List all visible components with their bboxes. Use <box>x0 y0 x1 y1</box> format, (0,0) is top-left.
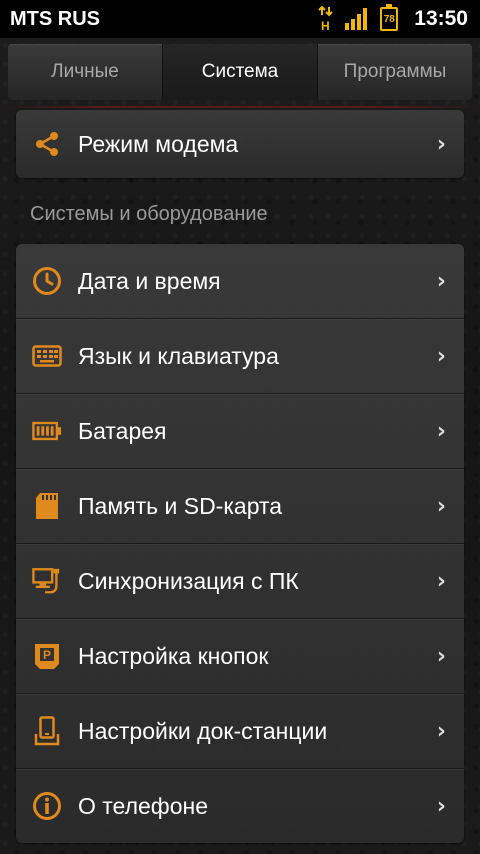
list-item-dock-settings[interactable]: Настройки док-станции › <box>16 694 464 769</box>
carrier-name: MTS RUS <box>10 8 100 30</box>
clock: 13:50 <box>414 7 468 30</box>
sd-card-icon <box>32 491 62 521</box>
section-header: Системы и оборудование <box>30 203 268 225</box>
list-item-label: Режим модема <box>78 130 239 157</box>
list-item-storage-sd[interactable]: Память и SD-карта › <box>16 469 464 544</box>
tab-applications[interactable]: Программы <box>318 44 472 100</box>
battery-level: 78 <box>383 13 395 25</box>
modem-card: Режим модема › <box>16 110 464 178</box>
chevron-right-icon: › <box>436 643 446 669</box>
list-item-label: Настройки док-станции <box>78 717 328 744</box>
battery-icon <box>32 416 62 446</box>
chevron-right-icon: › <box>436 268 446 294</box>
tab-bar: Личные Система Программы <box>8 44 472 100</box>
chevron-right-icon: › <box>436 568 446 594</box>
list-item-modem[interactable]: Режим модема › <box>16 110 464 178</box>
list-item-label: Язык и клавиатура <box>78 342 279 369</box>
pc-sync-icon <box>32 566 62 596</box>
list-item-label: Память и SD-карта <box>78 492 283 519</box>
svg-text:H: H <box>321 19 330 32</box>
clock-icon <box>32 266 62 296</box>
status-bar: MTS RUS H 78 13:50 <box>0 0 480 38</box>
keyboard-icon <box>32 341 62 371</box>
settings-list-card: Дата и время › Язык и клавиатура › Батар… <box>16 244 464 843</box>
list-item-about-phone[interactable]: О телефоне › <box>16 769 464 843</box>
battery-status-icon: 78 <box>380 4 399 31</box>
list-item-label: О телефоне <box>78 792 209 819</box>
chevron-right-icon: › <box>436 718 446 744</box>
dock-icon <box>32 716 62 746</box>
list-item-label: Дата и время <box>78 267 221 294</box>
list-item-pc-sync[interactable]: Синхронизация с ПК › <box>16 544 464 619</box>
chevron-right-icon: › <box>436 343 446 369</box>
chevron-right-icon: › <box>436 493 446 519</box>
signal-strength-icon <box>344 7 370 31</box>
info-icon <box>32 791 62 821</box>
tab-system[interactable]: Система <box>163 44 318 100</box>
tab-personal[interactable]: Личные <box>8 44 163 100</box>
svg-text:P: P <box>43 648 51 662</box>
tab-divider <box>0 106 480 108</box>
chevron-right-icon: › <box>436 418 446 444</box>
list-item-label: Синхронизация с ПК <box>78 567 299 594</box>
list-item-battery[interactable]: Батарея › <box>16 394 464 469</box>
list-item-date-time[interactable]: Дата и время › <box>16 244 464 319</box>
list-item-label: Настройка кнопок <box>78 642 269 669</box>
buttons-icon: P <box>32 641 62 671</box>
share-icon <box>32 129 62 159</box>
data-hspa-icon: H <box>318 6 334 32</box>
chevron-right-icon: › <box>436 793 446 819</box>
list-item-buttons-setup[interactable]: P Настройка кнопок › <box>16 619 464 694</box>
chevron-right-icon: › <box>436 131 446 157</box>
list-item-language-keyboard[interactable]: Язык и клавиатура › <box>16 319 464 394</box>
list-item-label: Батарея <box>78 417 167 444</box>
